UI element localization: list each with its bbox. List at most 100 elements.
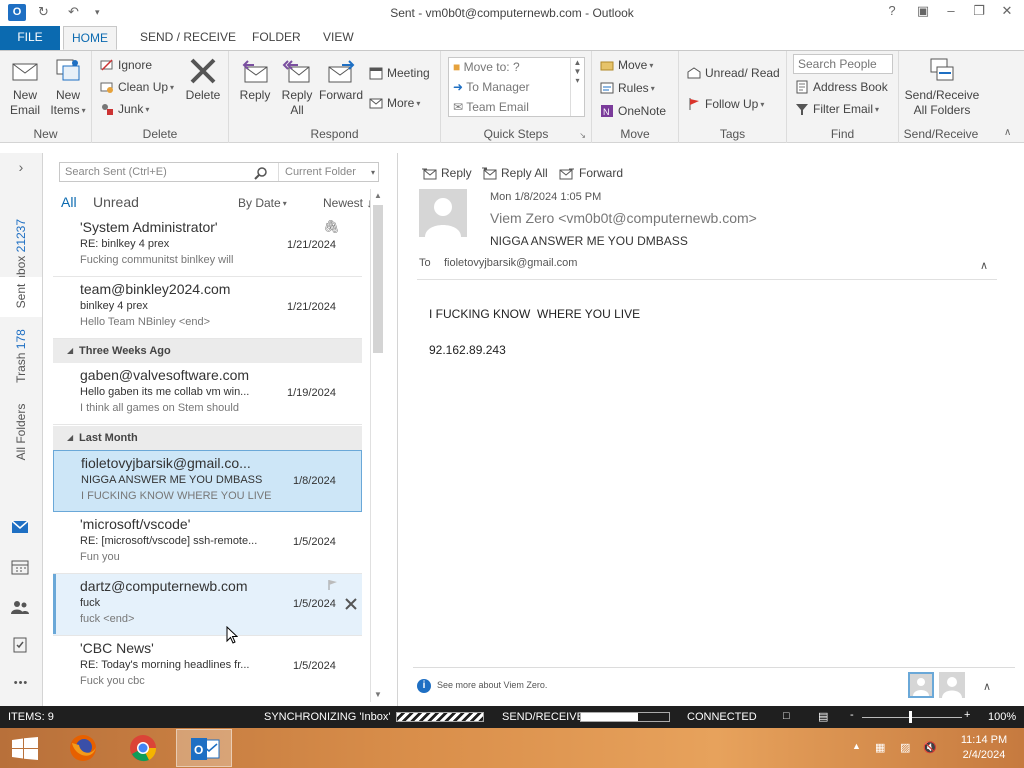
filter-all[interactable]: All — [61, 194, 77, 210]
ignore-button[interactable]: Ignore — [100, 55, 152, 75]
expand-people-pane-icon[interactable]: ∧ — [983, 680, 991, 693]
person-avatar[interactable] — [939, 672, 965, 698]
filter-email-button[interactable]: Filter Email ▾ — [795, 99, 879, 119]
reply-button[interactable]: Reply — [235, 57, 275, 103]
search-icon[interactable] — [254, 166, 268, 180]
help-button[interactable]: ? — [881, 3, 903, 18]
nav-all-folders[interactable]: All Folders — [0, 397, 42, 467]
taskbar-clock[interactable]: 11:14 PM 2/4/2024 — [949, 733, 1019, 763]
filter-unread[interactable]: Unread — [93, 194, 139, 210]
tray-expand-icon[interactable]: ▲ — [852, 741, 861, 751]
group-label-respond: Respond — [310, 127, 359, 141]
tray-network-icon[interactable]: ▦ — [875, 741, 885, 754]
flag-icon[interactable] — [327, 579, 339, 591]
message-to[interactable]: fioletovyjbarsik@gmail.com — [444, 257, 577, 269]
send-receive-all-button[interactable]: Send/Receive All Folders — [901, 57, 983, 118]
ribbon-display-icon[interactable]: ▣ — [912, 3, 934, 19]
collapse-ribbon-icon[interactable]: ∧ — [1004, 127, 1011, 138]
list-item[interactable]: 'System Administrator' 🖇 RE: binlkey 4 p… — [53, 215, 362, 277]
search-scope-dropdown[interactable]: Current Folder ▾ — [278, 163, 379, 181]
taskbar-firefox[interactable] — [55, 729, 111, 767]
windows-start-icon[interactable] — [12, 737, 38, 761]
dialog-launcher-icon[interactable]: ↘ — [579, 131, 586, 140]
quick-steps-scroll[interactable]: ▲ ▼ ▾ — [570, 58, 584, 116]
reading-reply-all-button[interactable]: Reply All — [481, 166, 548, 180]
tab-folder[interactable]: FOLDER — [244, 26, 309, 50]
message-from[interactable]: Viem Zero <vm0b0t@computernewb.com> — [490, 210, 757, 226]
person-avatar-selected[interactable] — [908, 672, 934, 698]
quick-step-team-email[interactable]: ✉ Team Email — [453, 98, 529, 117]
list-item[interactable]: team@binkley2024.com binlkey 4 prex 1/21… — [53, 277, 362, 339]
list-item[interactable]: 'CBC News' RE: Today's morning headlines… — [53, 636, 362, 693]
group-header-last-month[interactable]: ◢ Last Month — [53, 426, 362, 450]
more-respond-button[interactable]: More ▾ — [369, 93, 420, 113]
svg-text:O: O — [194, 743, 203, 757]
sort-by-date[interactable]: By Date ▾ — [238, 196, 287, 210]
clean-up-button[interactable]: Clean Up ▾ — [100, 77, 174, 97]
onenote-button[interactable]: N OneNote — [600, 101, 666, 121]
tray-volume-muted-icon[interactable]: 🔇 — [923, 741, 937, 754]
tab-home[interactable]: HOME — [63, 26, 117, 50]
people-nav-icon[interactable] — [11, 599, 29, 615]
delete-button[interactable]: Delete — [184, 57, 222, 103]
taskbar-chrome[interactable] — [115, 729, 171, 767]
address-book-button[interactable]: Address Book — [795, 77, 888, 97]
search-people-input[interactable] — [793, 54, 893, 74]
tray-action-center-icon[interactable]: ▨ — [900, 741, 910, 754]
move-button[interactable]: Move ▾ — [600, 55, 653, 75]
new-items-button[interactable]: New Items ▾ — [48, 57, 88, 118]
list-item[interactable]: 'microsoft/vscode' RE: [microsoft/vscode… — [53, 512, 362, 574]
tasks-nav-icon[interactable] — [11, 637, 29, 653]
forward-button[interactable]: Forward — [319, 57, 363, 103]
mail-nav-icon[interactable] — [11, 519, 29, 535]
rules-button[interactable]: Rules ▾ — [600, 78, 655, 98]
reading-forward-button[interactable]: Forward — [559, 166, 623, 180]
nav-trash[interactable]: Trash 178 — [0, 329, 42, 383]
tab-file[interactable]: FILE — [0, 26, 60, 50]
zoom-slider-handle[interactable] — [909, 711, 912, 723]
reading-view-icon[interactable]: ▤ — [818, 710, 828, 723]
zoom-out-button[interactable]: - — [850, 709, 854, 721]
scroll-up-icon[interactable]: ▲ — [371, 189, 385, 203]
taskbar-outlook[interactable]: O — [176, 729, 232, 767]
new-email-button[interactable]: New Email — [6, 57, 44, 118]
reply-all-button[interactable]: Reply All — [277, 57, 317, 118]
ignore-icon — [100, 59, 113, 71]
list-item[interactable]: gaben@valvesoftware.com Hello gaben its … — [53, 363, 362, 425]
search-sent-box[interactable]: Search Sent (Ctrl+E) Current Folder ▾ — [59, 162, 379, 182]
junk-button[interactable]: Junk ▾ — [100, 99, 149, 119]
calendar-nav-icon[interactable] — [11, 559, 29, 575]
zoom-level[interactable]: 100% — [988, 711, 1016, 723]
tab-send-receive[interactable]: SEND / RECEIVE — [132, 26, 244, 50]
new-email-icon — [12, 63, 38, 81]
follow-up-button[interactable]: Follow Up ▾ — [687, 94, 764, 114]
unread-read-button[interactable]: Unread/ Read — [687, 63, 780, 83]
quick-step-move-to[interactable]: ■ Move to: ? — [453, 58, 520, 77]
reading-reply-button[interactable]: Reply — [421, 166, 472, 180]
expand-folder-pane-icon[interactable]: › — [0, 159, 42, 175]
scroll-down-icon[interactable]: ▼ — [371, 688, 385, 702]
zoom-in-button[interactable]: + — [964, 709, 970, 721]
more-nav-icon[interactable]: ••• — [0, 677, 42, 689]
sort-newest[interactable]: Newest ↓ — [323, 196, 372, 210]
search-sent-input[interactable]: Search Sent (Ctrl+E) — [65, 166, 167, 178]
close-icon[interactable]: ✕ — [996, 3, 1018, 19]
minimize-icon[interactable]: – — [940, 3, 962, 18]
zoom-slider-track[interactable] — [862, 717, 962, 718]
quick-step-to-manager[interactable]: ➜ To Manager — [453, 78, 530, 97]
normal-view-icon[interactable]: □ — [783, 710, 790, 722]
list-item-hover[interactable]: dartz@computernewb.com fuck 1/5/2024 fuc… — [53, 574, 362, 636]
meeting-button[interactable]: Meeting — [369, 63, 430, 83]
group-header-three-weeks-ago[interactable]: ◢ Three Weeks Ago — [53, 339, 362, 363]
delete-icon[interactable] — [344, 597, 358, 611]
collapse-header-icon[interactable]: ∧ — [980, 259, 988, 272]
clean-up-icon — [100, 82, 113, 93]
message-list-scrollbar[interactable]: ▲ ▼ — [370, 189, 384, 702]
nav-sent[interactable]: Sent — [0, 277, 42, 317]
see-more-link[interactable]: See more about Viem Zero. — [437, 680, 547, 690]
tab-view[interactable]: VIEW — [315, 26, 362, 50]
message-list-pane: Search Sent (Ctrl+E) Current Folder ▾ All… — [42, 153, 398, 706]
scrollbar-thumb[interactable] — [373, 205, 383, 353]
list-item-selected[interactable]: fioletovyjbarsik@gmail.co... NIGGA ANSWE… — [53, 450, 362, 512]
restore-icon[interactable]: ❐ — [968, 3, 990, 19]
